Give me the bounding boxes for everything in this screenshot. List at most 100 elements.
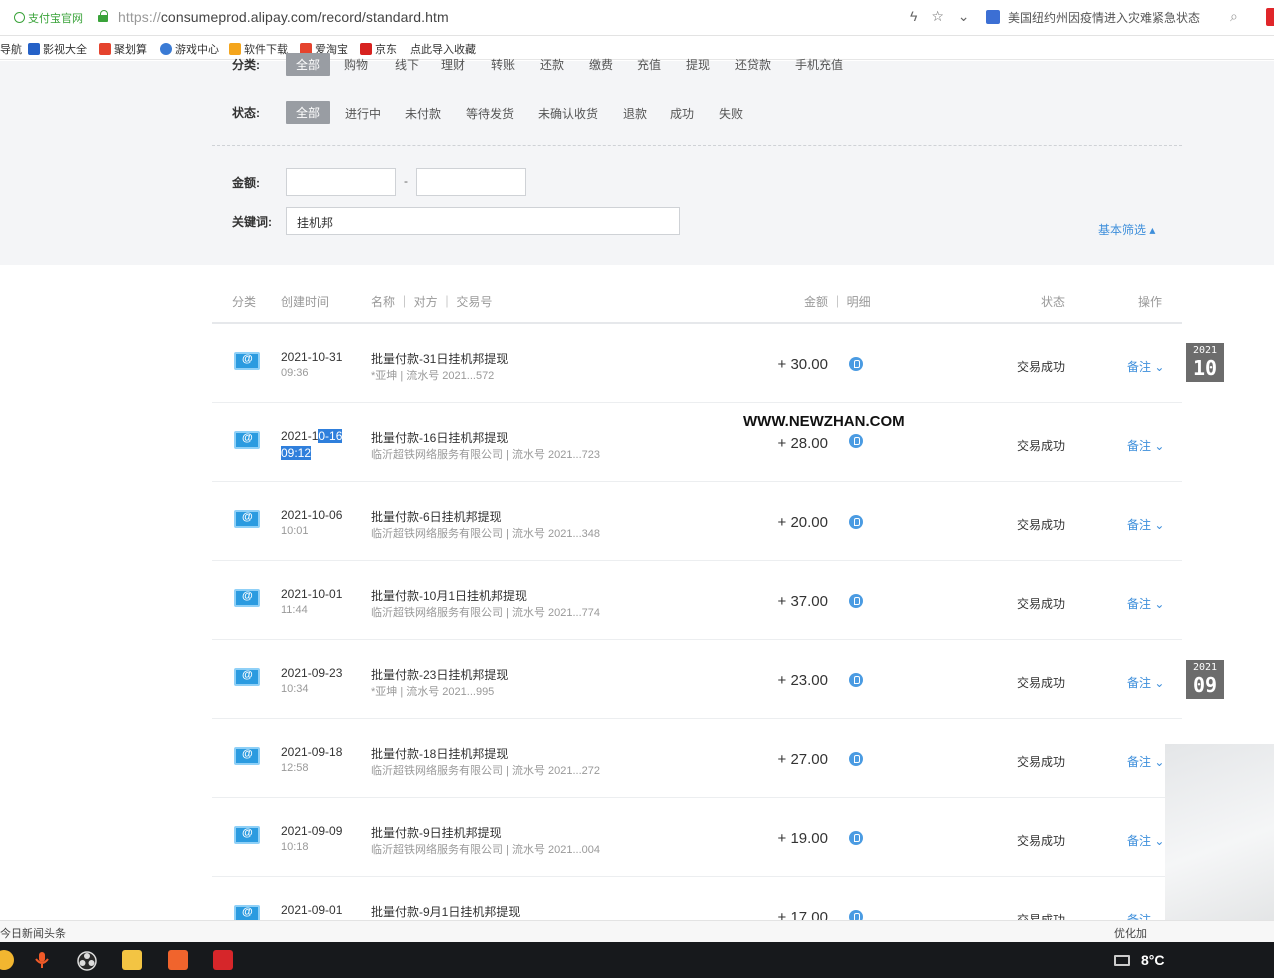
- detail-icon[interactable]: [849, 594, 863, 608]
- row-date: 2021-10-01: [281, 587, 343, 601]
- site-badge[interactable]: 支付宝官网: [14, 10, 83, 26]
- bookmark-software[interactable]: 软件下载: [229, 41, 288, 57]
- status-chip[interactable]: 进行中: [345, 105, 381, 122]
- status-chip[interactable]: 退款: [623, 105, 647, 122]
- row-note-dropdown[interactable]: 备注 ⌄: [1127, 516, 1164, 533]
- obs-icon[interactable]: [76, 950, 97, 971]
- row-note-dropdown[interactable]: 备注 ⌄: [1127, 595, 1164, 612]
- row-date: 2021-10-06: [281, 508, 343, 522]
- detail-icon[interactable]: [849, 434, 863, 448]
- weather-temperature[interactable]: 8°C: [1141, 952, 1165, 968]
- row-amount: + 37.00: [777, 593, 828, 610]
- row-name[interactable]: 批量付款-10月1日挂机邦提现: [371, 587, 527, 604]
- status-chip-all[interactable]: 全部: [286, 101, 331, 124]
- month-badge: 2021 09: [1186, 660, 1224, 699]
- bookmark-nav[interactable]: 导航: [0, 41, 22, 57]
- detail-icon[interactable]: [849, 752, 863, 766]
- keyword-input[interactable]: 挂机邦: [286, 207, 680, 235]
- amount-max-input[interactable]: [416, 168, 526, 196]
- bookmark-games[interactable]: 游戏中心: [160, 41, 219, 57]
- category-chip[interactable]: 还款: [540, 56, 564, 73]
- basic-filter-toggle[interactable]: 基本筛选 ▴: [1098, 221, 1155, 238]
- category-chip[interactable]: 购物: [344, 56, 368, 73]
- row-note-dropdown[interactable]: 备注 ⌄: [1127, 753, 1164, 770]
- row-counterparty: *亚坤 | 流水号 2021...995: [371, 686, 495, 698]
- row-time: 10:18: [281, 841, 309, 853]
- news-headline-link[interactable]: 今日新闻头条: [0, 925, 66, 941]
- detail-icon[interactable]: [849, 357, 863, 371]
- status-chip[interactable]: 未确认收货: [538, 105, 598, 122]
- keyboard-icon[interactable]: [1114, 955, 1130, 966]
- header-status: 状态: [1041, 295, 1066, 309]
- detail-icon[interactable]: [849, 515, 863, 529]
- star-icon[interactable]: ☆: [931, 8, 944, 24]
- row-date-selected: 0-16: [318, 429, 343, 443]
- month-badge: 2021 10: [1186, 343, 1224, 382]
- game-icon: [160, 43, 172, 55]
- row-name[interactable]: 批量付款-23日挂机邦提现: [371, 666, 508, 683]
- row-amount: + 19.00: [777, 830, 828, 847]
- bookmark-video[interactable]: 影视大全: [28, 41, 87, 57]
- search-icon[interactable]: ⌕: [1230, 8, 1238, 25]
- row-note-dropdown[interactable]: 备注 ⌄: [1127, 674, 1164, 691]
- row-name[interactable]: 批量付款-9月1日挂机邦提现: [371, 903, 520, 920]
- lightning-icon[interactable]: ϟ: [910, 8, 917, 24]
- alipay-transfer-icon: [234, 431, 260, 449]
- optimize-button[interactable]: 优化加: [1114, 925, 1147, 941]
- row-name[interactable]: 批量付款-6日挂机邦提现: [371, 508, 502, 525]
- table-row: 2021-10-01 11:44 批量付款-10月1日挂机邦提现 临沂超铁网络服…: [212, 561, 1182, 640]
- category-chip[interactable]: 提现: [686, 56, 710, 73]
- row-note-dropdown[interactable]: 备注 ⌄: [1127, 832, 1164, 849]
- category-chip[interactable]: 手机充值: [795, 56, 843, 73]
- url-text[interactable]: https://consumeprod.alipay.com/record/st…: [118, 9, 449, 25]
- bookmark-label: 导航: [0, 44, 22, 56]
- detail-icon[interactable]: [849, 831, 863, 845]
- bookmark-jd[interactable]: 京东: [360, 41, 397, 57]
- status-label: 状态:: [232, 106, 260, 120]
- alipay-transfer-icon: [234, 668, 260, 686]
- address-bar[interactable]: 支付宝官网 https://consumeprod.alipay.com/rec…: [0, 0, 1274, 36]
- row-name[interactable]: 批量付款-31日挂机邦提现: [371, 350, 508, 367]
- category-chip[interactable]: 充值: [637, 56, 661, 73]
- row-amount: + 20.00: [777, 514, 828, 531]
- microphone-icon[interactable]: [32, 950, 52, 970]
- status-chip[interactable]: 成功: [670, 105, 694, 122]
- row-note-dropdown[interactable]: 备注 ⌄: [1127, 437, 1164, 454]
- bookmark-import[interactable]: 点此导入收藏: [410, 41, 476, 57]
- row-name[interactable]: 批量付款-9日挂机邦提现: [371, 824, 502, 841]
- category-label: 分类:: [232, 58, 260, 72]
- category-chip[interactable]: 理财: [441, 56, 465, 73]
- status-chip[interactable]: 失败: [719, 105, 743, 122]
- filter-divider: [212, 145, 1182, 146]
- category-chip-all[interactable]: 全部: [286, 53, 331, 76]
- wps-icon[interactable]: [213, 950, 233, 970]
- row-note-dropdown[interactable]: 备注 ⌄: [1127, 358, 1164, 375]
- category-chip[interactable]: 缴费: [589, 56, 613, 73]
- row-name[interactable]: 批量付款-16日挂机邦提现: [371, 429, 508, 446]
- app-icon[interactable]: [0, 950, 14, 970]
- juhuasuan-icon: [99, 43, 111, 55]
- amount-min-input[interactable]: [286, 168, 396, 196]
- keyword-label: 关键词:: [232, 215, 272, 229]
- category-chip[interactable]: 转账: [491, 56, 515, 73]
- news-suggestion[interactable]: 美国纽约州因疫情进入灾难紧急状态: [986, 9, 1200, 26]
- watermark: WWW.NEWZHAN.COM: [743, 413, 905, 430]
- extension-icon[interactable]: [1266, 8, 1274, 26]
- status-chip[interactable]: 等待发货: [466, 105, 514, 122]
- video-icon: [28, 43, 40, 55]
- row-counterparty: 临沂超铁网络服务有限公司 | 流水号 2021...272: [371, 765, 601, 777]
- table-row: 2021-09-09 10:18 批量付款-9日挂机邦提现 临沂超铁网络服务有限…: [212, 798, 1182, 877]
- chevron-down-icon[interactable]: ⌄: [958, 8, 970, 24]
- category-chip[interactable]: 还贷款: [735, 56, 771, 73]
- bookmark-juhuasuan[interactable]: 聚划算: [99, 41, 147, 57]
- folder-icon[interactable]: [122, 950, 142, 970]
- detail-icon[interactable]: [849, 673, 863, 687]
- status-chip[interactable]: 未付款: [405, 105, 441, 122]
- category-chip[interactable]: 线下: [395, 56, 419, 73]
- row-time: 12:58: [281, 762, 309, 774]
- row-date: 2021-09-01: [281, 903, 343, 917]
- row-date: 2021-09-09: [281, 824, 343, 838]
- jd-icon: [360, 43, 372, 55]
- row-name[interactable]: 批量付款-18日挂机邦提现: [371, 745, 508, 762]
- media-app-icon[interactable]: [168, 950, 188, 970]
